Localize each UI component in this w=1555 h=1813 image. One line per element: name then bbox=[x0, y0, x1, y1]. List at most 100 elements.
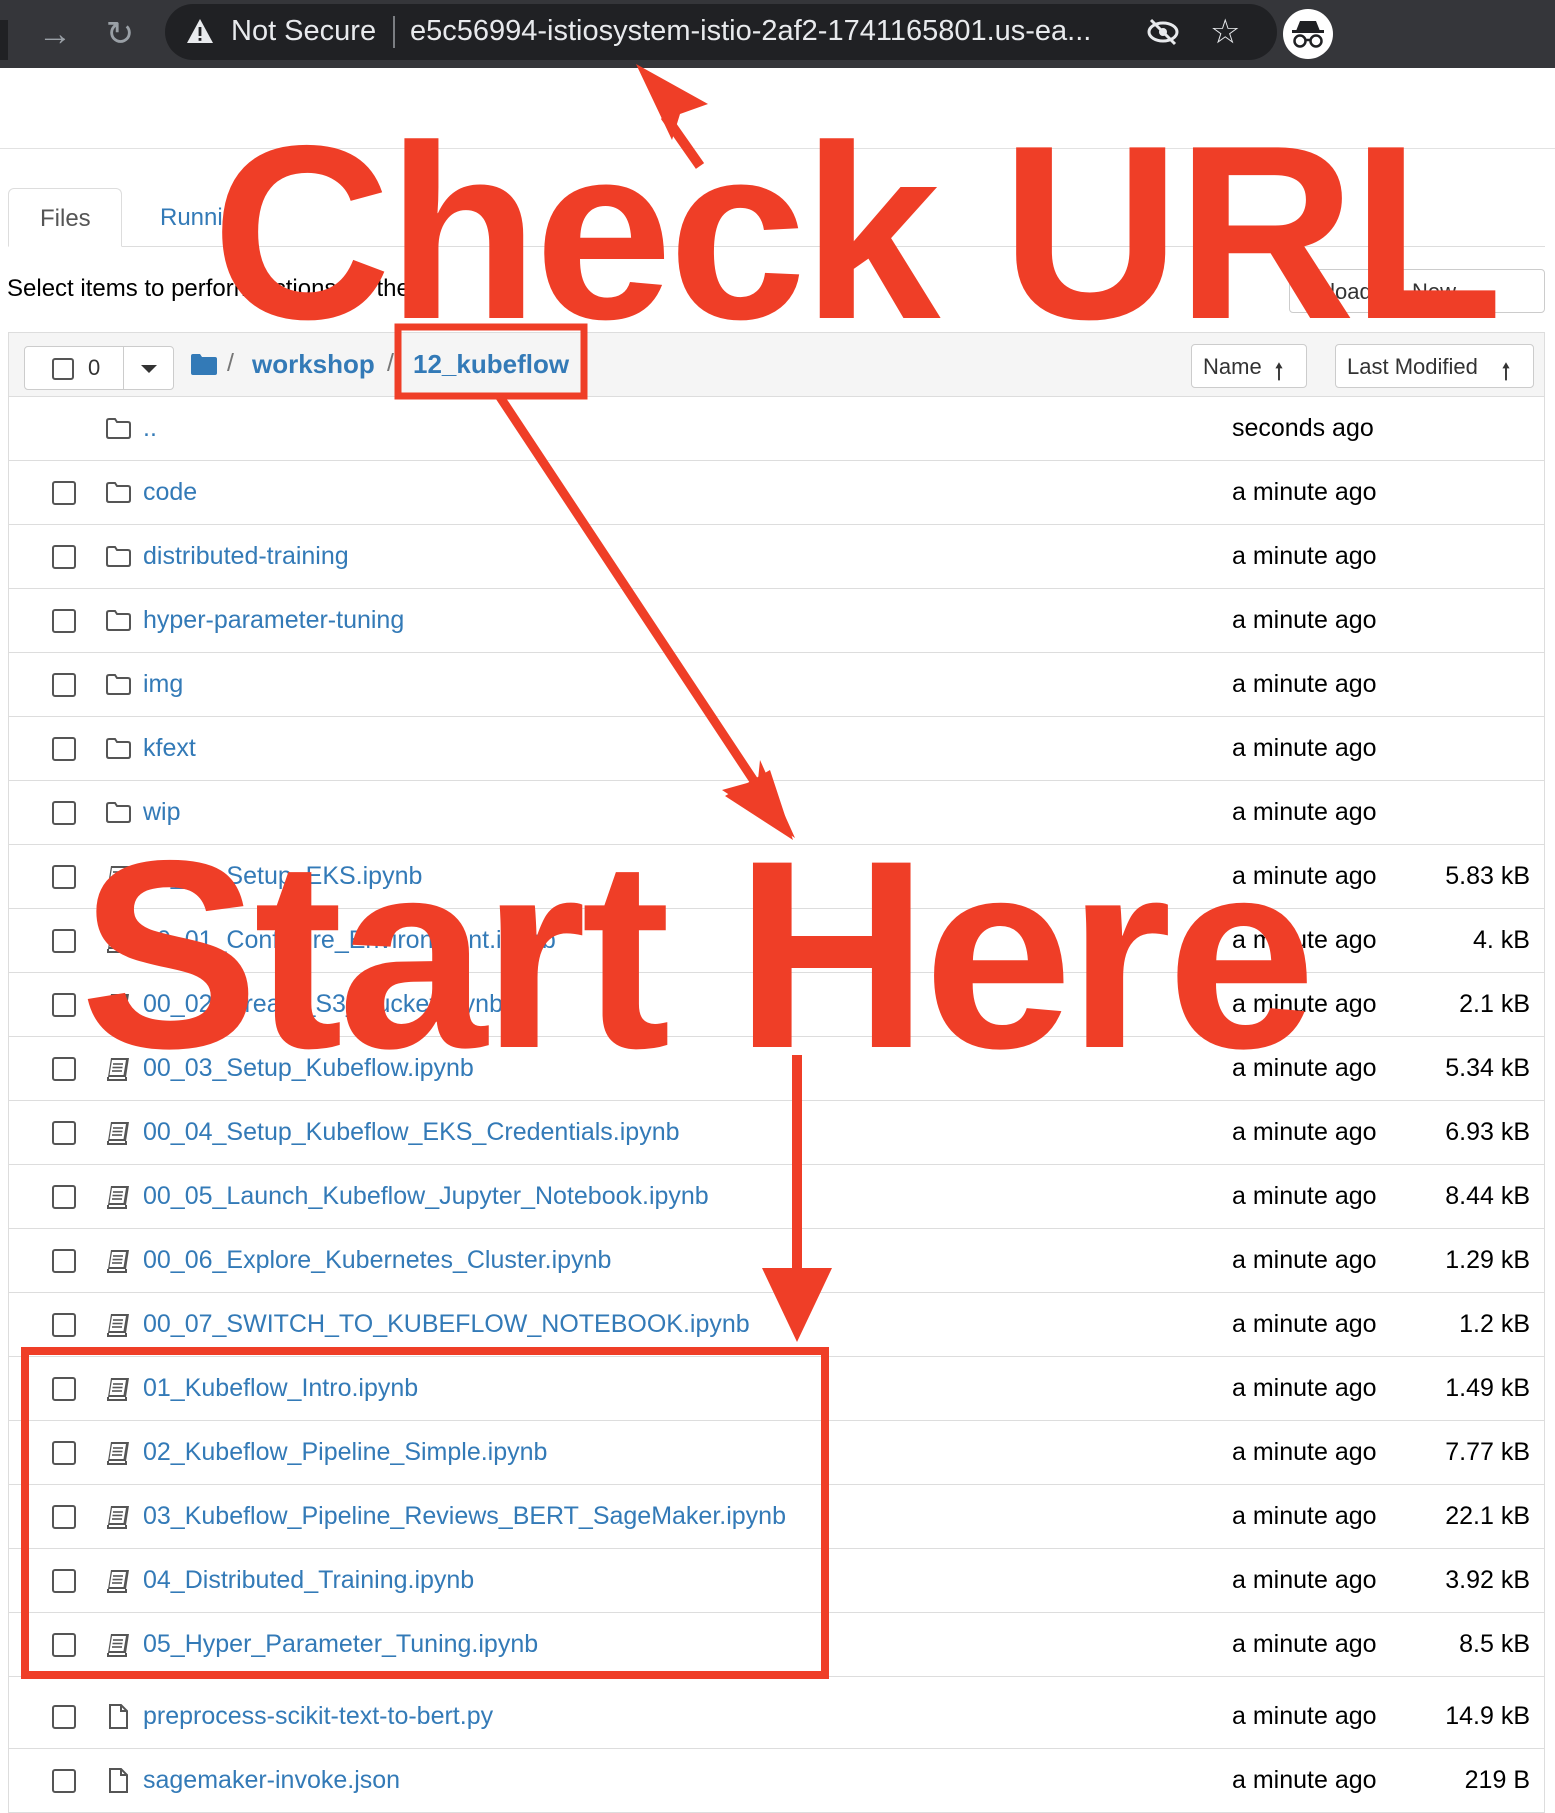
folder-outline-icon bbox=[106, 610, 131, 631]
chevron-down-icon[interactable] bbox=[141, 365, 157, 373]
row-name-link[interactable]: sagemaker-invoke.json bbox=[143, 1766, 400, 1795]
row-name-link[interactable]: 00_05_Launch_Kubeflow_Jupyter_Notebook.i… bbox=[143, 1182, 709, 1211]
table-row[interactable]: hyper-parameter-tuning a minute ago bbox=[9, 589, 1544, 653]
tab-files-label: Files bbox=[40, 205, 91, 232]
row-name-link[interactable]: 04_Distributed_Training.ipynb bbox=[143, 1566, 474, 1595]
folder-outline-icon bbox=[106, 546, 131, 567]
row-checkbox[interactable] bbox=[52, 545, 76, 569]
row-size: 1.49 kB bbox=[1445, 1374, 1530, 1402]
table-row[interactable]: code a minute ago bbox=[9, 461, 1544, 525]
row-checkbox[interactable] bbox=[52, 1249, 76, 1273]
row-checkbox[interactable] bbox=[52, 609, 76, 633]
start-here-annotation: Start Here bbox=[80, 804, 1316, 1104]
row-checkbox[interactable] bbox=[52, 801, 76, 825]
row-size: 219 B bbox=[1464, 1766, 1530, 1794]
row-size: 5.83 kB bbox=[1445, 862, 1530, 890]
row-modified: a minute ago bbox=[1232, 1310, 1377, 1338]
eye-off-icon[interactable] bbox=[1145, 14, 1181, 50]
table-row[interactable]: 03_Kubeflow_Pipeline_Reviews_BERT_SageMa… bbox=[9, 1485, 1544, 1549]
file-icon bbox=[109, 1768, 128, 1793]
table-row[interactable]: distributed-training a minute ago bbox=[9, 525, 1544, 589]
select-all-group[interactable]: 0 bbox=[24, 346, 174, 390]
row-name-link[interactable]: 02_Kubeflow_Pipeline_Simple.ipynb bbox=[143, 1438, 547, 1467]
row-checkbox[interactable] bbox=[52, 1769, 76, 1793]
row-checkbox[interactable] bbox=[52, 1569, 76, 1593]
incognito-icon[interactable] bbox=[1283, 9, 1333, 59]
row-name-link[interactable]: 00_07_SWITCH_TO_KUBEFLOW_NOTEBOOK.ipynb bbox=[143, 1310, 750, 1339]
row-checkbox[interactable] bbox=[52, 1377, 76, 1401]
row-checkbox[interactable] bbox=[52, 1057, 76, 1081]
row-size: 1.29 kB bbox=[1445, 1246, 1530, 1274]
table-row[interactable]: img a minute ago bbox=[9, 653, 1544, 717]
row-checkbox[interactable] bbox=[52, 993, 76, 1017]
tab-files[interactable]: Files bbox=[8, 188, 122, 247]
row-name-link[interactable]: 01_Kubeflow_Intro.ipynb bbox=[143, 1374, 418, 1403]
row-name-link[interactable]: 03_Kubeflow_Pipeline_Reviews_BERT_SageMa… bbox=[143, 1502, 786, 1531]
row-checkbox[interactable] bbox=[52, 1185, 76, 1209]
table-row[interactable]: 02_Kubeflow_Pipeline_Simple.ipynb a minut… bbox=[9, 1421, 1544, 1485]
row-checkbox[interactable] bbox=[52, 737, 76, 761]
forward-arrow-icon[interactable]: → bbox=[33, 12, 77, 56]
row-name-link[interactable]: hyper-parameter-tuning bbox=[143, 606, 404, 635]
row-modified: a minute ago bbox=[1232, 1246, 1377, 1274]
table-row[interactable]: kfext a minute ago bbox=[9, 717, 1544, 781]
notebook-icon bbox=[107, 1634, 129, 1657]
table-row[interactable]: sagemaker-invoke.json a minute ago 219 B bbox=[9, 1749, 1544, 1813]
address-separator bbox=[393, 16, 395, 48]
row-checkbox[interactable] bbox=[52, 929, 76, 953]
row-name-link[interactable]: 05_Hyper_Parameter_Tuning.ipynb bbox=[143, 1630, 538, 1659]
table-row[interactable]: 00_06_Explore_Kubernetes_Cluster.ipynb a … bbox=[9, 1229, 1544, 1293]
row-modified: a minute ago bbox=[1232, 670, 1377, 698]
row-checkbox[interactable] bbox=[52, 1505, 76, 1529]
row-name-link[interactable]: kfext bbox=[143, 734, 196, 763]
row-modified: a minute ago bbox=[1232, 1766, 1377, 1794]
row-name-link[interactable]: distributed-training bbox=[143, 542, 349, 571]
row-size: 14.9 kB bbox=[1445, 1702, 1530, 1730]
row-checkbox[interactable] bbox=[52, 1121, 76, 1145]
row-size: 3.92 kB bbox=[1445, 1566, 1530, 1594]
row-modified: a minute ago bbox=[1232, 1630, 1377, 1658]
table-row[interactable]: 00_05_Launch_Kubeflow_Jupyter_Notebook.i… bbox=[9, 1165, 1544, 1229]
row-checkbox[interactable] bbox=[52, 1313, 76, 1337]
row-modified: a minute ago bbox=[1232, 542, 1377, 570]
row-checkbox[interactable] bbox=[52, 1633, 76, 1657]
check-url-annotation: Check URL bbox=[212, 93, 1503, 371]
warning-icon[interactable] bbox=[185, 16, 215, 46]
row-modified: a minute ago bbox=[1232, 1118, 1377, 1146]
row-checkbox[interactable] bbox=[52, 1441, 76, 1465]
row-checkbox[interactable] bbox=[52, 1705, 76, 1729]
table-row[interactable]: preprocess-scikit-text-to-bert.py a minut… bbox=[9, 1685, 1544, 1749]
notebook-icon bbox=[107, 1378, 129, 1401]
row-size: 22.1 kB bbox=[1445, 1502, 1530, 1530]
parent-directory-row[interactable]: .. seconds ago bbox=[9, 397, 1544, 461]
row-name-link[interactable]: preprocess-scikit-text-to-bert.py bbox=[143, 1702, 493, 1731]
row-modified: a minute ago bbox=[1232, 1438, 1377, 1466]
row-checkbox[interactable] bbox=[52, 865, 76, 889]
folder-outline-icon bbox=[106, 674, 131, 695]
row-name-link[interactable]: .. bbox=[143, 414, 157, 443]
row-size: 8.5 kB bbox=[1459, 1630, 1530, 1658]
url-text[interactable]: e5c56994-istiosystem-istio-2af2-17411658… bbox=[410, 15, 1091, 48]
row-name-link[interactable]: 00_06_Explore_Kubernetes_Cluster.ipynb bbox=[143, 1246, 611, 1275]
security-label[interactable]: Not Secure bbox=[231, 15, 376, 48]
folder-outline-icon bbox=[106, 418, 131, 439]
table-row[interactable]: 00_04_Setup_Kubeflow_EKS_Credentials.ipy… bbox=[9, 1101, 1544, 1165]
row-modified: a minute ago bbox=[1232, 1182, 1377, 1210]
address-bar[interactable]: Not Secure e5c56994-istiosystem-istio-2a… bbox=[165, 4, 1277, 60]
row-size: 6.93 kB bbox=[1445, 1118, 1530, 1146]
select-all-checkbox[interactable] bbox=[52, 358, 74, 380]
table-row[interactable]: 01_Kubeflow_Intro.ipynb a minute ago 1.49 … bbox=[9, 1357, 1544, 1421]
notebook-icon bbox=[107, 1570, 129, 1593]
row-name-link[interactable]: img bbox=[143, 670, 183, 699]
reload-icon[interactable]: ↻ bbox=[98, 12, 142, 56]
row-name-link[interactable]: 00_04_Setup_Kubeflow_EKS_Credentials.ipy… bbox=[143, 1118, 680, 1147]
table-row[interactable]: 00_07_SWITCH_TO_KUBEFLOW_NOTEBOOK.ipynb a… bbox=[9, 1293, 1544, 1357]
row-name-link[interactable]: code bbox=[143, 478, 197, 507]
folder-outline-icon bbox=[106, 482, 131, 503]
row-checkbox[interactable] bbox=[52, 481, 76, 505]
table-row[interactable]: 05_Hyper_Parameter_Tuning.ipynb a minute … bbox=[9, 1613, 1544, 1677]
star-icon[interactable]: ☆ bbox=[1210, 12, 1240, 52]
table-row[interactable]: 04_Distributed_Training.ipynb a minute ag… bbox=[9, 1549, 1544, 1613]
back-arrow-icon[interactable] bbox=[0, 20, 8, 60]
row-checkbox[interactable] bbox=[52, 673, 76, 697]
